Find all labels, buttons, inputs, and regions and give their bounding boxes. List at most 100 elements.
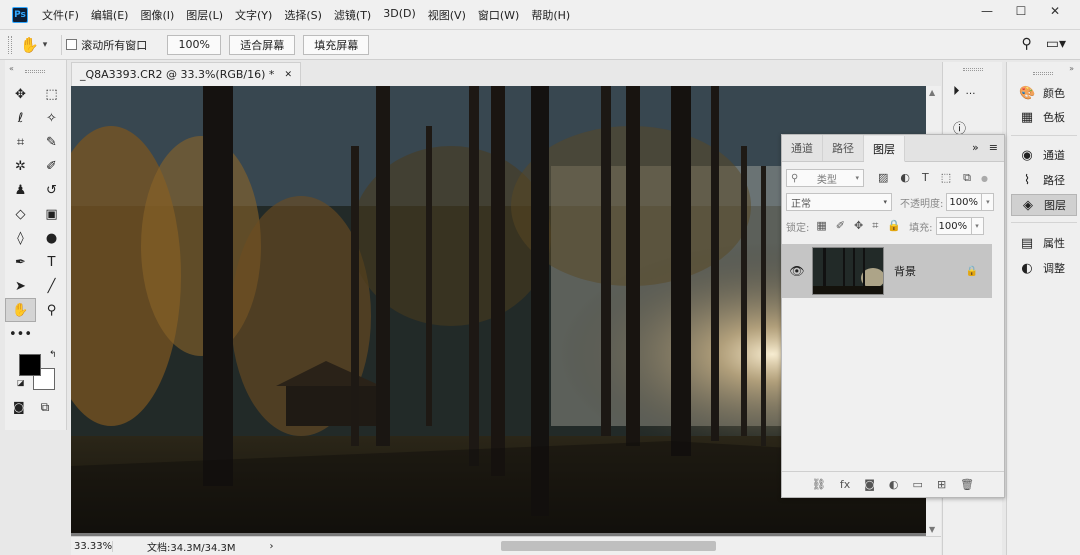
opacity-dropdown[interactable]: ▾ [982, 193, 995, 211]
blur-tool-icon[interactable]: ◊ [5, 226, 36, 250]
options-grip[interactable] [8, 35, 12, 54]
collapse-tools-icon[interactable]: « [9, 64, 14, 73]
dock-item-layers[interactable]: ◈ 图层 [1011, 194, 1077, 216]
close-window-button[interactable]: ✕ [1038, 0, 1072, 22]
chevron-down-icon[interactable]: ▾ [43, 40, 48, 50]
hand-tool-icon[interactable]: ✋ [5, 298, 36, 322]
menu-item[interactable]: 图层(L) [186, 7, 223, 23]
line-tool-icon[interactable]: ╱ [36, 274, 67, 298]
filter-smart-object-icon[interactable]: ⧉ [963, 171, 971, 185]
zoom-tool-icon[interactable]: ⚲ [36, 298, 67, 322]
fill-screen-button[interactable]: 填充屏幕 [303, 34, 370, 55]
dock-item-paths[interactable]: ⌇ 路径 [1011, 169, 1077, 191]
mini-panel-item[interactable]: ⏵… [953, 84, 976, 99]
screen-mode-icon[interactable]: ⧉ [41, 400, 50, 415]
clone-stamp-tool-icon[interactable]: ♟ [5, 178, 36, 202]
eyedropper-tool-icon[interactable]: ✎ [36, 130, 67, 154]
brush-tool-icon[interactable]: ✐ [36, 154, 67, 178]
dock-item-channels[interactable]: ◉ 通道 [1011, 144, 1077, 166]
dodge-tool-icon[interactable]: ● [36, 226, 67, 250]
healing-brush-tool-icon[interactable]: ✲ [5, 154, 36, 178]
eye-icon[interactable]: 👁 [782, 264, 812, 278]
eraser-tool-icon[interactable]: ◇ [5, 202, 36, 226]
filter-toggle-icon[interactable]: ● [981, 174, 988, 183]
magic-wand-tool-icon[interactable]: ✧ [36, 106, 67, 130]
menu-item[interactable]: 文字(Y) [235, 7, 272, 23]
fill-dropdown[interactable]: ▾ [971, 217, 984, 235]
lock-artboard-icon[interactable]: ⌗ [872, 219, 878, 233]
layer-thumbnail[interactable] [812, 247, 884, 295]
mini-grip[interactable] [963, 68, 983, 71]
gradient-tool-icon[interactable]: ▣ [36, 202, 67, 226]
search-icon[interactable]: ⚲ [1021, 36, 1031, 52]
fit-screen-button[interactable]: 适合屏幕 [229, 34, 296, 55]
layer-name[interactable]: 背景 [894, 263, 916, 279]
hand-tool-preset-icon[interactable]: ✋ [20, 36, 39, 54]
filter-kind-select[interactable]: ⚲ 类型 ▾ [786, 169, 864, 187]
quick-mask-icon[interactable]: ◙ [13, 400, 25, 415]
link-layers-icon[interactable]: ⛓ [812, 478, 826, 491]
menu-item[interactable]: 编辑(E) [91, 7, 129, 23]
filter-type-icon[interactable]: T [922, 171, 929, 185]
blend-mode-select[interactable]: 正常 ▾ [786, 193, 892, 211]
layer-style-icon[interactable]: fx [840, 478, 850, 491]
fill-input[interactable]: 100% [935, 217, 972, 235]
menu-item[interactable]: 选择(S) [284, 7, 322, 23]
collapse-panel-icon[interactable]: » [972, 141, 979, 154]
tab-layers[interactable]: 图层 [864, 136, 905, 162]
menu-item[interactable]: 文件(F) [42, 7, 79, 23]
menu-item[interactable]: 窗口(W) [478, 7, 519, 23]
new-layer-icon[interactable]: ⊞ [937, 478, 946, 491]
dock-item-adjustments[interactable]: ◐ 调整 [1011, 257, 1077, 279]
path-selection-tool-icon[interactable]: ➤ [5, 274, 36, 298]
menu-item[interactable]: 帮助(H) [531, 7, 570, 23]
menu-item[interactable]: 视图(V) [428, 7, 466, 23]
pen-tool-icon[interactable]: ✒ [5, 250, 36, 274]
move-tool-icon[interactable]: ✥ [5, 82, 36, 106]
trash-icon[interactable]: 🗑 [960, 478, 974, 491]
layer-row[interactable]: 👁 背景 🔒 [782, 244, 992, 298]
lock-position-icon[interactable]: ✥ [854, 219, 863, 233]
default-colors-icon[interactable]: ◪ [17, 378, 25, 387]
scroll-up-icon[interactable]: ▲ [929, 88, 935, 97]
filter-pixel-icon[interactable]: ▨ [878, 171, 888, 185]
menu-item[interactable]: 3D(D) [383, 7, 416, 23]
close-icon[interactable]: ✕ [284, 70, 292, 80]
workspace-icon[interactable]: ▭▾ [1046, 36, 1066, 52]
menu-item[interactable]: 滤镜(T) [334, 7, 371, 23]
dock-item-properties[interactable]: ▤ 属性 [1011, 232, 1077, 254]
menu-item[interactable]: 图像(I) [140, 7, 174, 23]
minimize-button[interactable]: — [970, 0, 1004, 22]
swap-colors-icon[interactable]: ↰ [49, 350, 57, 360]
dock-item-swatches[interactable]: ▦ 色板 [1011, 106, 1077, 128]
dock-item-color[interactable]: 🎨 颜色 [1011, 82, 1077, 104]
filter-adjustment-icon[interactable]: ◐ [900, 171, 910, 185]
lock-all-icon[interactable]: 🔒 [887, 219, 901, 233]
expand-panels-icon[interactable]: » [1069, 64, 1074, 73]
lock-transparent-icon[interactable]: ▦ [816, 219, 826, 233]
status-menu-arrow[interactable]: › [270, 541, 274, 552]
tab-paths[interactable]: 路径 [823, 135, 864, 161]
dock-grip[interactable] [1033, 72, 1053, 75]
scroll-down-icon[interactable]: ▼ [929, 525, 935, 534]
zoom-100-button[interactable]: 100% [167, 34, 222, 55]
panel-menu-icon[interactable]: ≡ [989, 141, 998, 154]
zoom-level[interactable]: 33.33% [71, 540, 113, 552]
maximize-button[interactable]: ☐ [1004, 0, 1038, 22]
crop-tool-icon[interactable]: ⌗ [5, 130, 36, 154]
document-tab[interactable]: _Q8A3393.CR2 @ 33.3%(RGB/16) * ✕ [71, 62, 301, 86]
opacity-input[interactable]: 100% [946, 193, 983, 211]
horizontal-scrollbar-thumb[interactable] [501, 541, 716, 551]
marquee-tool-icon[interactable]: ⬚ [36, 82, 67, 106]
tab-channels[interactable]: 通道 [782, 135, 823, 161]
filter-shape-icon[interactable]: ⬚ [941, 171, 951, 185]
tools-grip[interactable] [25, 70, 45, 73]
adjustment-layer-icon[interactable]: ◐ [889, 478, 899, 491]
type-tool-icon[interactable]: T [36, 250, 67, 274]
lasso-tool-icon[interactable]: ℓ [5, 106, 36, 130]
scroll-all-windows-checkbox[interactable] [66, 39, 78, 50]
more-tools-icon[interactable]: ••• [5, 322, 36, 346]
history-brush-tool-icon[interactable]: ↺ [36, 178, 67, 202]
add-mask-icon[interactable]: ◙ [864, 478, 875, 491]
lock-image-icon[interactable]: ✐ [836, 219, 845, 233]
